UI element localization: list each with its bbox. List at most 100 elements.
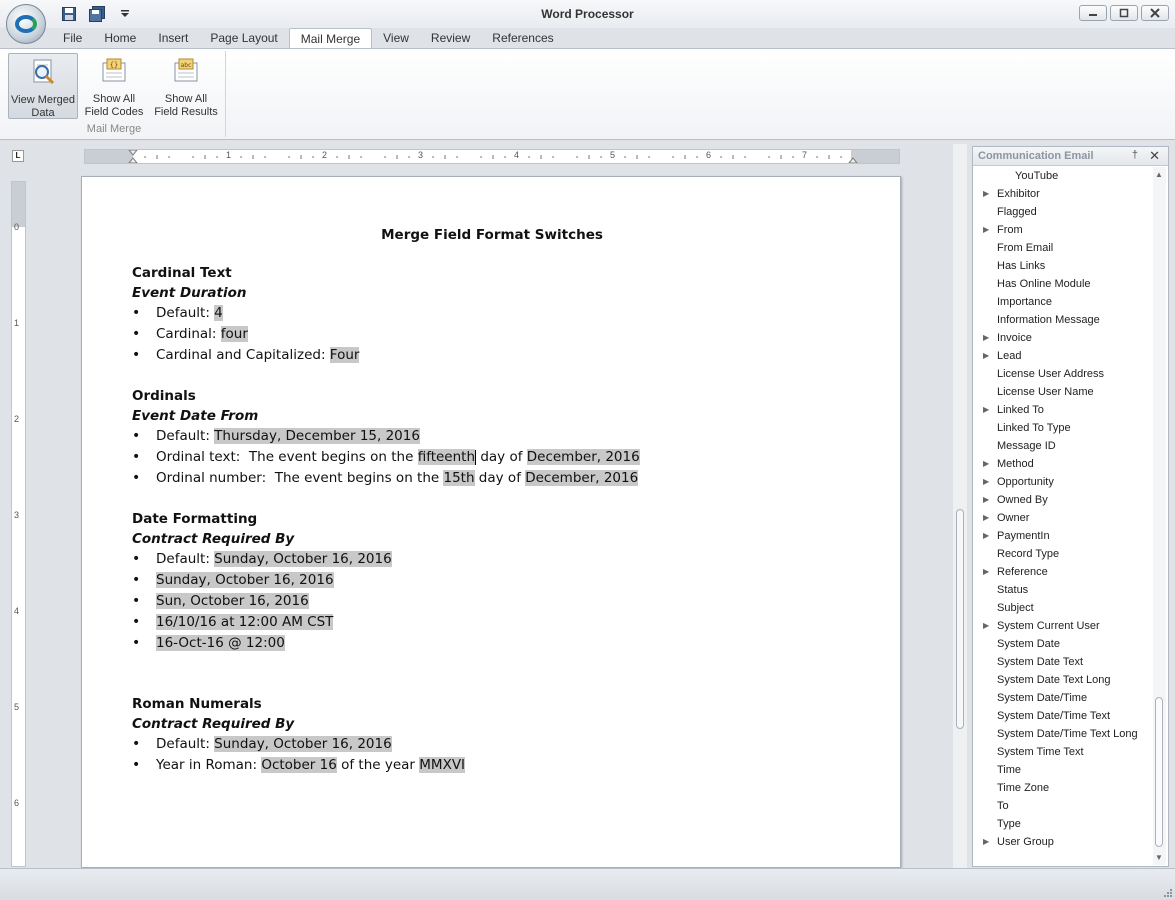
document-workspace: L 1 2 3 4 5 6 7 0 1 2 3 4 5 6 Merge Fiel… xyxy=(0,141,968,868)
tab-page-layout[interactable]: Page Layout xyxy=(199,28,288,49)
field-list-item[interactable]: ▶ Exhibitor xyxy=(975,185,1153,203)
field-list-item[interactable]: ▶ Owner xyxy=(975,509,1153,527)
field-list-item[interactable]: System Date/Time Text xyxy=(975,707,1153,725)
field-list-item[interactable]: ▶ Method xyxy=(975,455,1153,473)
maximize-button[interactable] xyxy=(1110,5,1138,21)
merge-field[interactable]: four xyxy=(220,326,248,342)
tab-stop-selector[interactable]: L xyxy=(12,150,24,162)
tab-review[interactable]: Review xyxy=(420,28,481,49)
field-list-item[interactable]: Subject xyxy=(975,599,1153,617)
merge-field[interactable]: Thursday, December 15, 2016 xyxy=(214,428,420,444)
field-list-item[interactable]: System Time Text xyxy=(975,743,1153,761)
tab-file[interactable]: File xyxy=(52,28,93,49)
field-list-item[interactable]: Record Type xyxy=(975,545,1153,563)
field-list-item-label: System Date/Time Text xyxy=(997,710,1111,722)
field-list-item[interactable]: System Date/Time xyxy=(975,689,1153,707)
merge-field[interactable]: 16-Oct-16 @ 12:00 xyxy=(156,635,285,651)
field-list-item[interactable]: Linked To Type xyxy=(975,419,1153,437)
tab-view[interactable]: View xyxy=(372,28,420,49)
field-list-item[interactable]: ▶ Invoice xyxy=(975,329,1153,347)
field-list-item[interactable]: System Date/Time Text Long xyxy=(975,725,1153,743)
merge-field[interactable]: 16/10/16 at 12:00 AM CST xyxy=(156,614,334,630)
panel-scrollbar[interactable]: ▲ ▼ xyxy=(1153,167,1166,865)
tab-mail-merge[interactable]: Mail Merge xyxy=(288,28,373,49)
expand-arrow-icon[interactable]: ▶ xyxy=(983,221,989,239)
merge-field[interactable]: Four xyxy=(329,347,360,363)
field-list-item[interactable]: Time xyxy=(975,761,1153,779)
field-list-item[interactable]: ▶ PaymentIn xyxy=(975,527,1153,545)
merge-field[interactable]: December, 2016 xyxy=(525,470,639,486)
merge-field[interactable]: October 16 xyxy=(261,757,337,773)
merge-field[interactable]: 15th xyxy=(443,470,475,486)
section-subtitle: Contract Required By xyxy=(132,716,295,732)
scrollbar-thumb[interactable] xyxy=(956,509,964,729)
view-merged-data-button[interactable]: View Merged Data xyxy=(8,53,78,119)
field-list-item[interactable]: ▶ Lead xyxy=(975,347,1153,365)
field-list-item[interactable]: System Date Text Long xyxy=(975,671,1153,689)
scroll-up-icon[interactable]: ▲ xyxy=(1155,170,1163,179)
show-all-field-codes-button[interactable]: {} Show All Field Codes xyxy=(82,53,146,119)
document-scrollbar[interactable] xyxy=(953,144,967,868)
field-list-item[interactable]: System Date Text xyxy=(975,653,1153,671)
scroll-down-icon[interactable]: ▼ xyxy=(1155,853,1163,862)
field-list-item[interactable]: ▶ User Group xyxy=(975,833,1153,851)
panel-close-button[interactable]: ✕ xyxy=(1149,148,1160,164)
merge-field[interactable]: MMXVI xyxy=(419,757,466,773)
expand-arrow-icon[interactable]: ▶ xyxy=(983,455,989,473)
document-page[interactable]: Merge Field Format Switches Cardinal Tex… xyxy=(81,176,901,868)
field-list-item[interactable]: To xyxy=(975,797,1153,815)
merge-field[interactable]: 4 xyxy=(214,305,223,321)
expand-arrow-icon[interactable]: ▶ xyxy=(983,347,989,365)
field-list-item[interactable]: System Date xyxy=(975,635,1153,653)
field-list-item[interactable]: ▶ From xyxy=(975,221,1153,239)
field-list-item[interactable]: Status xyxy=(975,581,1153,599)
field-list-item[interactable]: ▶ Reference xyxy=(975,563,1153,581)
field-list-item[interactable]: Flagged xyxy=(975,203,1153,221)
tab-insert[interactable]: Insert xyxy=(147,28,199,49)
minimize-button[interactable] xyxy=(1079,5,1107,21)
expand-arrow-icon[interactable]: ▶ xyxy=(983,185,989,203)
field-list-item[interactable]: YouTube xyxy=(975,167,1153,185)
expand-arrow-icon[interactable]: ▶ xyxy=(983,527,989,545)
pin-icon[interactable]: † xyxy=(1132,149,1138,161)
field-list-item[interactable]: ▶ Opportunity xyxy=(975,473,1153,491)
field-list-item[interactable]: License User Name xyxy=(975,383,1153,401)
merge-field[interactable]: December, 2016 xyxy=(526,449,640,465)
field-list-item[interactable]: ▶ System Current User xyxy=(975,617,1153,635)
field-list-item[interactable]: Information Message xyxy=(975,311,1153,329)
field-list-item[interactable]: From Email xyxy=(975,239,1153,257)
app-menu-button[interactable] xyxy=(6,4,46,44)
expand-arrow-icon[interactable]: ▶ xyxy=(983,329,989,347)
merge-field[interactable]: Sunday, October 16, 2016 xyxy=(156,572,334,588)
field-list-item[interactable]: Time Zone xyxy=(975,779,1153,797)
expand-arrow-icon[interactable]: ▶ xyxy=(983,509,989,527)
expand-arrow-icon[interactable]: ▶ xyxy=(983,401,989,419)
expand-arrow-icon[interactable]: ▶ xyxy=(983,563,989,581)
field-list-item[interactable]: ▶ Owned By xyxy=(975,491,1153,509)
field-list-item[interactable]: Has Links xyxy=(975,257,1153,275)
field-list-item[interactable]: Message ID xyxy=(975,437,1153,455)
merge-field[interactable]: Sunday, October 16, 2016 xyxy=(214,551,392,567)
merge-field[interactable]: Sun, October 16, 2016 xyxy=(156,593,309,609)
merge-field[interactable]: fifteenth xyxy=(417,449,476,465)
show-all-field-results-button[interactable]: abc Show All Field Results xyxy=(150,53,222,119)
field-list-item[interactable]: License User Address xyxy=(975,365,1153,383)
close-button[interactable] xyxy=(1141,5,1169,21)
scrollbar-thumb[interactable] xyxy=(1155,697,1163,847)
field-list-item[interactable]: Type xyxy=(975,815,1153,833)
vertical-ruler[interactable]: 0 1 2 3 4 5 6 xyxy=(11,181,26,867)
tab-home[interactable]: Home xyxy=(93,28,147,49)
horizontal-ruler[interactable]: 1 2 3 4 5 6 7 xyxy=(84,149,900,164)
document-content[interactable]: Merge Field Format Switches Cardinal Tex… xyxy=(132,227,852,776)
expand-arrow-icon[interactable]: ▶ xyxy=(983,491,989,509)
field-list-item[interactable]: Has Online Module xyxy=(975,275,1153,293)
field-list-item[interactable]: Importance xyxy=(975,293,1153,311)
resize-grip-icon[interactable] xyxy=(1162,887,1172,897)
expand-arrow-icon[interactable]: ▶ xyxy=(983,473,989,491)
tab-references[interactable]: References xyxy=(481,28,564,49)
merge-field[interactable]: Sunday, October 16, 2016 xyxy=(214,736,392,752)
expand-arrow-icon[interactable]: ▶ xyxy=(983,833,989,851)
expand-arrow-icon[interactable]: ▶ xyxy=(983,617,989,635)
field-list-item[interactable]: ▶ Linked To xyxy=(975,401,1153,419)
